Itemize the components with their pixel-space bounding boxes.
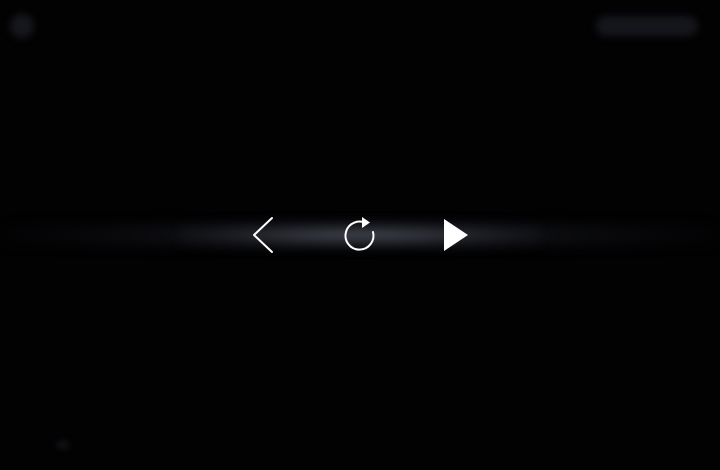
replay-button[interactable] — [338, 212, 382, 258]
chevron-left-icon — [253, 217, 273, 253]
video-player-overlay — [0, 0, 720, 470]
replay-icon — [344, 217, 375, 251]
play-icon — [444, 219, 468, 251]
playback-controls — [0, 0, 720, 470]
previous-button[interactable] — [245, 213, 281, 257]
play-button[interactable] — [436, 213, 476, 257]
